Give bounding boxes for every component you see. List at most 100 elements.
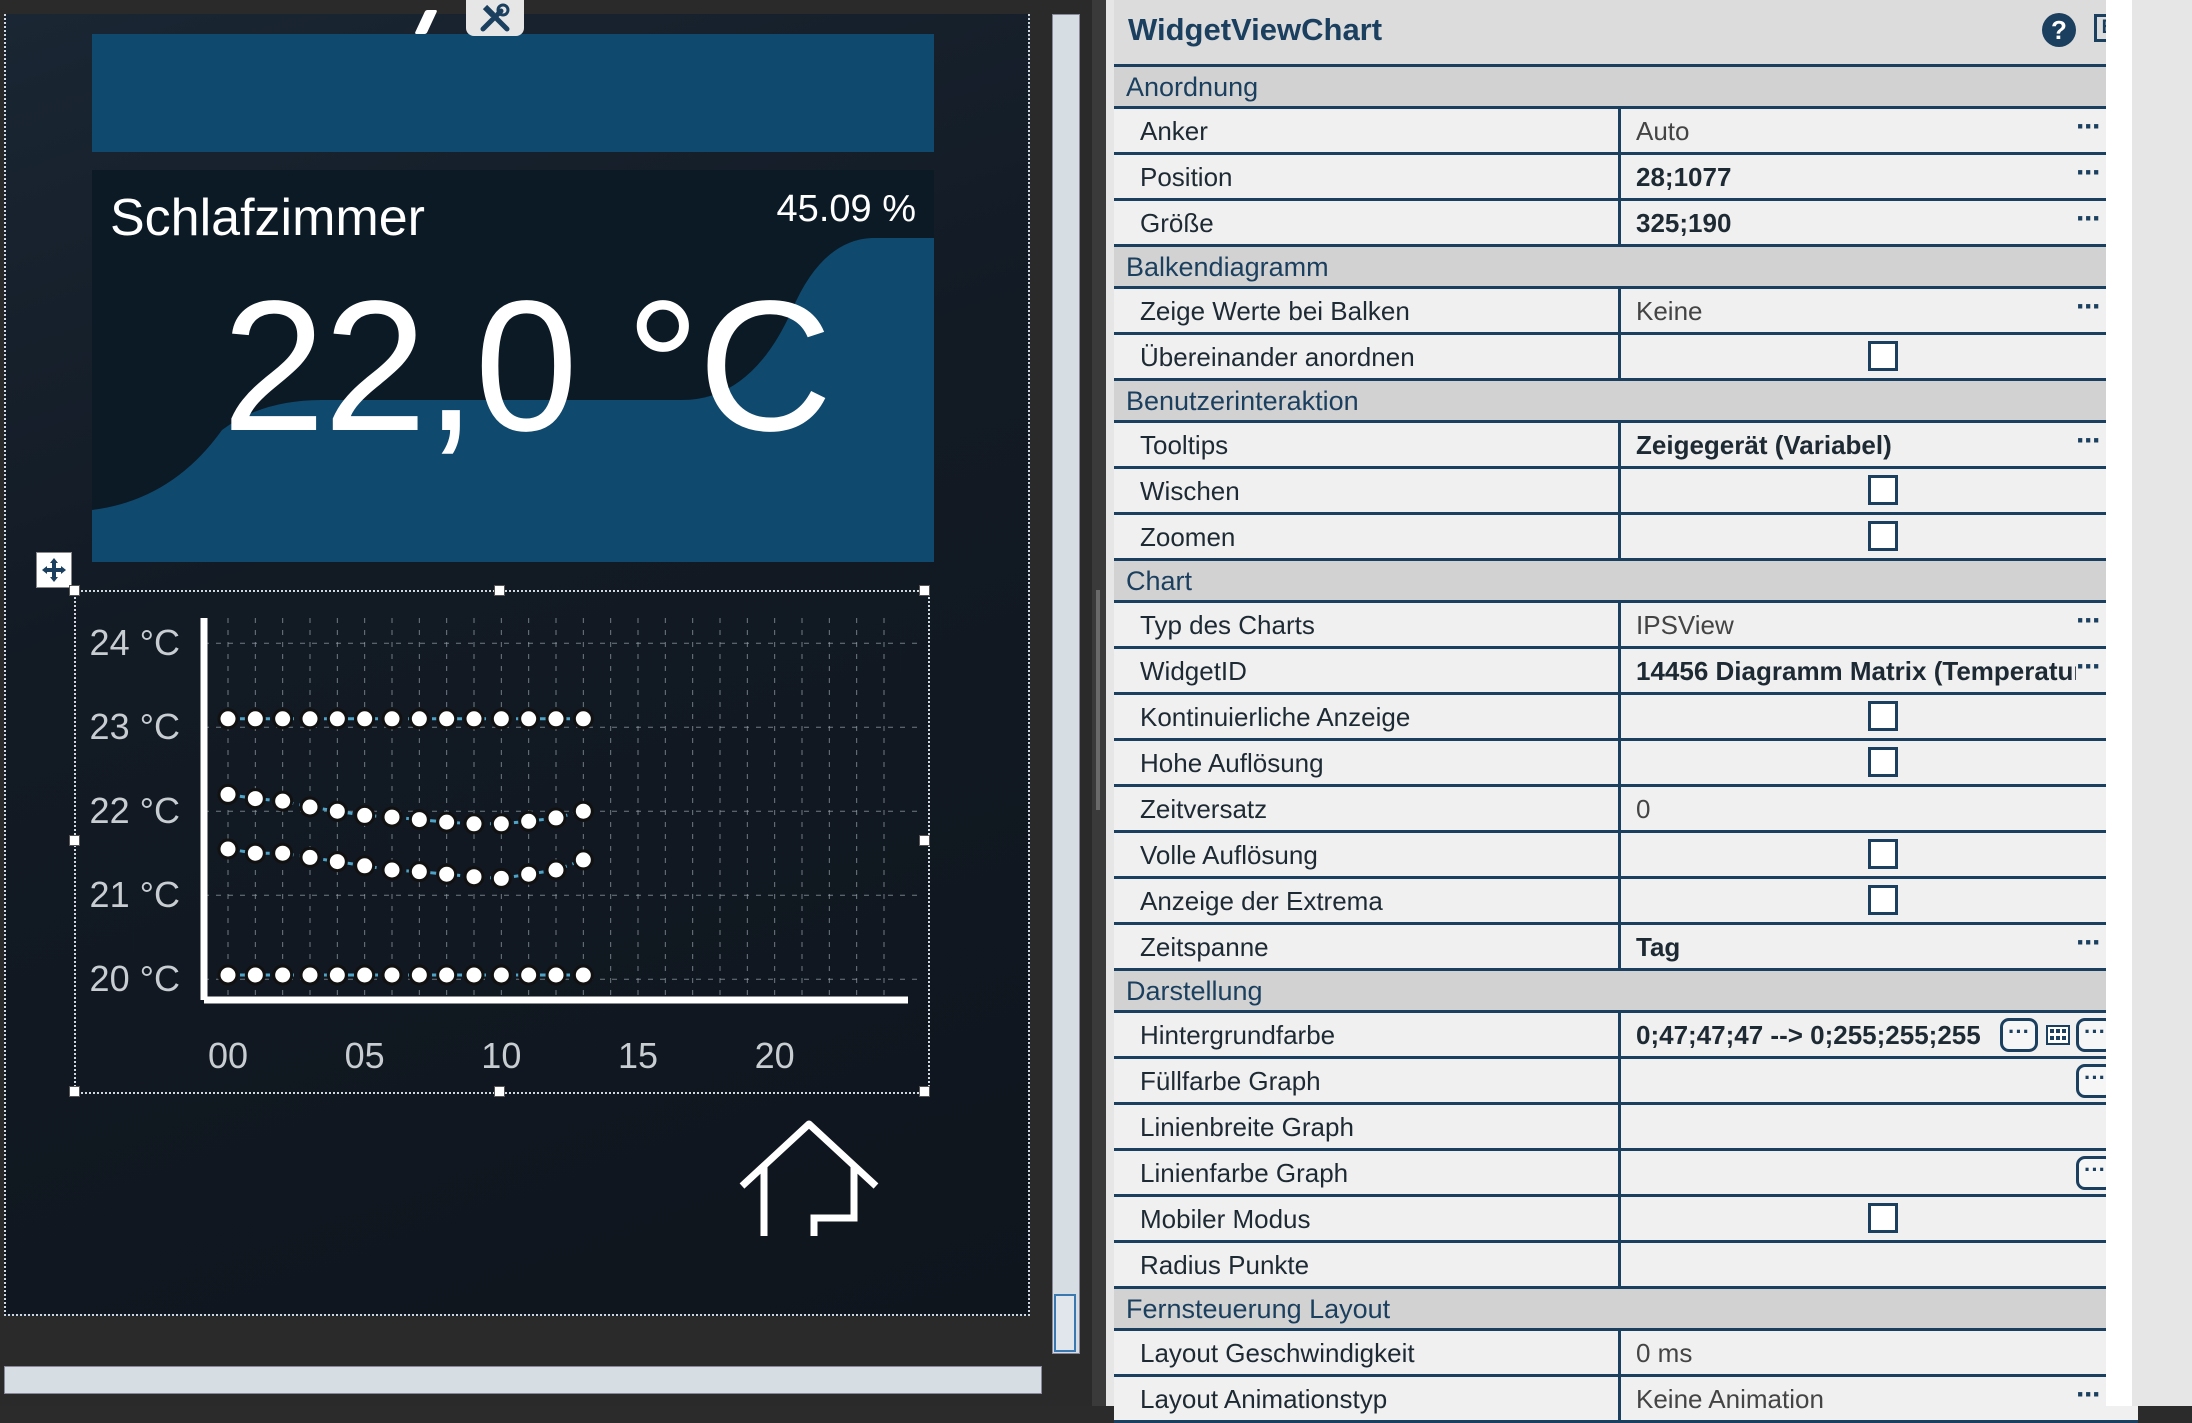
vertical-scrollbar-thumb[interactable] [1054,1294,1076,1352]
horizontal-scrollbar[interactable] [4,1366,1042,1394]
property-value[interactable]: 28;1077 [1636,155,2076,199]
checkbox[interactable] [1868,475,1898,505]
more-button[interactable]: ··· [2076,201,2102,237]
data-point [326,708,348,730]
property-label: Tooltips [1140,430,1229,460]
more-button[interactable]: ··· [2076,925,2102,961]
y-tick-label: 23 °C [90,706,180,747]
checkbox[interactable] [1868,747,1898,777]
property-label: Anzeige der Extrema [1140,886,1383,916]
checkbox[interactable] [1868,1203,1898,1233]
palette-icon[interactable] [2046,1023,2070,1047]
property-value[interactable]: Zeigegerät (Variabel) [1636,423,2076,467]
property-row-layout-animationstyp[interactable]: Layout Animationstyp Keine Animation ··· [1114,1377,2138,1423]
property-label: Kontinuierliche Anzeige [1140,702,1411,732]
data-point [354,804,376,826]
data-point [272,964,294,986]
more-button[interactable]: ··· [2076,603,2102,639]
property-value[interactable]: Keine Animation [1636,1377,2076,1421]
property-value[interactable]: IPSView [1636,603,2076,647]
more-button[interactable]: ··· [2076,155,2102,191]
data-point [572,964,594,986]
panel-title: WidgetViewChart [1128,12,1383,47]
property-row-linienbreite[interactable]: Linienbreite Graph [1114,1105,2138,1151]
property-row-kontinuierlich[interactable]: Kontinuierliche Anzeige [1114,695,2138,741]
property-row-hintergrundfarbe[interactable]: Hintergrundfarbe 0;47;47;47 --> 0;255;255… [1114,1013,2138,1059]
panel-scrollbar[interactable] [2106,0,2132,1406]
property-label: WidgetID [1140,656,1247,686]
property-row-typ-des-charts[interactable]: Typ des Charts IPSView ··· [1114,603,2138,649]
property-value[interactable]: 14456 Diagramm Matrix (Temperatur [1636,649,2076,693]
property-row-zoomen[interactable]: Zoomen [1114,515,2138,561]
data-point [244,842,266,864]
data-point [518,810,540,832]
property-row-widgetid[interactable]: WidgetID 14456 Diagramm Matrix (Temperatu… [1114,649,2138,695]
property-row-zeitversatz[interactable]: Zeitversatz 0 [1114,787,2138,833]
property-row-groesse[interactable]: Größe 325;190 ··· [1114,201,2138,247]
checkbox[interactable] [1868,521,1898,551]
y-tick-label: 20 °C [90,958,180,999]
checkbox[interactable] [1868,839,1898,869]
property-row-layout-geschwindigkeit[interactable]: Layout Geschwindigkeit 0 ms [1114,1331,2138,1377]
property-row-mobiler-modus[interactable]: Mobiler Modus [1114,1197,2138,1243]
property-value[interactable]: Tag [1636,925,2076,969]
checkbox[interactable] [1868,341,1898,371]
property-label: Volle Auflösung [1140,840,1318,870]
splitter-grip[interactable] [1096,590,1100,810]
more-button[interactable]: ··· [2076,109,2102,145]
property-row-radius-punkte[interactable]: Radius Punkte [1114,1243,2138,1289]
property-value[interactable]: Auto [1636,109,2076,153]
more-button[interactable]: ··· [2076,649,2102,685]
property-panel: WidgetViewChart ? E Anordnung AnkerAuto·… [1106,0,2138,1423]
property-label: Füllfarbe Graph [1140,1066,1321,1096]
property-row-uebereinander[interactable]: Übereinander anordnen [1114,335,2138,381]
tools-tab[interactable] [466,0,524,36]
more-button[interactable]: ··· [2076,423,2102,459]
property-row-zeitspanne[interactable]: Zeitspanne Tag ··· [1114,925,2138,971]
data-point [463,964,485,986]
property-value[interactable]: 0;47;47;47 --> 0;255;255;255 [1636,1013,2006,1057]
data-point [217,838,239,860]
property-row-extrema[interactable]: Anzeige der Extrema [1114,879,2138,925]
section-chart[interactable]: Chart [1114,561,2138,603]
property-row-zeige-werte[interactable]: Zeige Werte bei Balken Keine ··· [1114,289,2138,335]
section-balkendiagramm[interactable]: Balkendiagramm [1114,247,2138,289]
property-value[interactable]: Keine [1636,289,2076,333]
property-value[interactable]: 0 ms [1636,1331,2076,1375]
tools-icon [480,3,510,32]
data-point [518,708,540,730]
property-row-wischen[interactable]: Wischen [1114,469,2138,515]
temperature-chart[interactable]: 20 °C 21 °C 22 °C 23 °C 24 °C 00 05 10 15 20 [74,590,926,1090]
property-value[interactable]: 0 [1636,787,2076,831]
vertical-scrollbar[interactable] [1052,14,1080,1354]
home-icon[interactable] [734,1118,884,1244]
more-button[interactable]: ··· [2076,289,2102,325]
data-point [381,806,403,828]
property-row-position[interactable]: Position 28;1077 ··· [1114,155,2138,201]
data-point [490,964,512,986]
data-point [381,708,403,730]
section-anordnung[interactable]: Anordnung [1114,67,2138,109]
property-value[interactable]: 325;190 [1636,201,2076,245]
more-button[interactable]: ··· [2000,1018,2038,1052]
checkbox[interactable] [1868,701,1898,731]
top-bar-widget[interactable] [92,34,934,152]
checkbox[interactable] [1868,885,1898,915]
help-icon[interactable]: ? [2042,13,2076,47]
property-label: Layout Animationstyp [1140,1384,1388,1414]
property-row-tooltips[interactable]: Tooltips Zeigegerät (Variabel) ··· [1114,423,2138,469]
x-tick-label: 15 [618,1035,658,1076]
more-button[interactable]: ··· [2076,1377,2102,1413]
section-darstellung[interactable]: Darstellung [1114,971,2138,1013]
property-row-volle-aufloesung[interactable]: Volle Auflösung [1114,833,2138,879]
property-row-fuellfarbe[interactable]: Füllfarbe Graph ··· [1114,1059,2138,1105]
humidity-value: 45.09 % [776,188,916,230]
property-row-anker[interactable]: Anker Auto ··· [1114,109,2138,155]
data-point [408,809,430,831]
temperature-tile[interactable]: Schlafzimmer 45.09 % 22,0 °C [92,170,934,562]
property-row-linienfarbe[interactable]: Linienfarbe Graph ··· [1114,1151,2138,1197]
section-benutzerinteraktion[interactable]: Benutzerinteraktion [1114,381,2138,423]
property-row-hohe-aufloesung[interactable]: Hohe Auflösung [1114,741,2138,787]
section-fernsteuerung[interactable]: Fernsteuerung Layout [1114,1289,2138,1331]
move-handle[interactable] [36,552,72,588]
